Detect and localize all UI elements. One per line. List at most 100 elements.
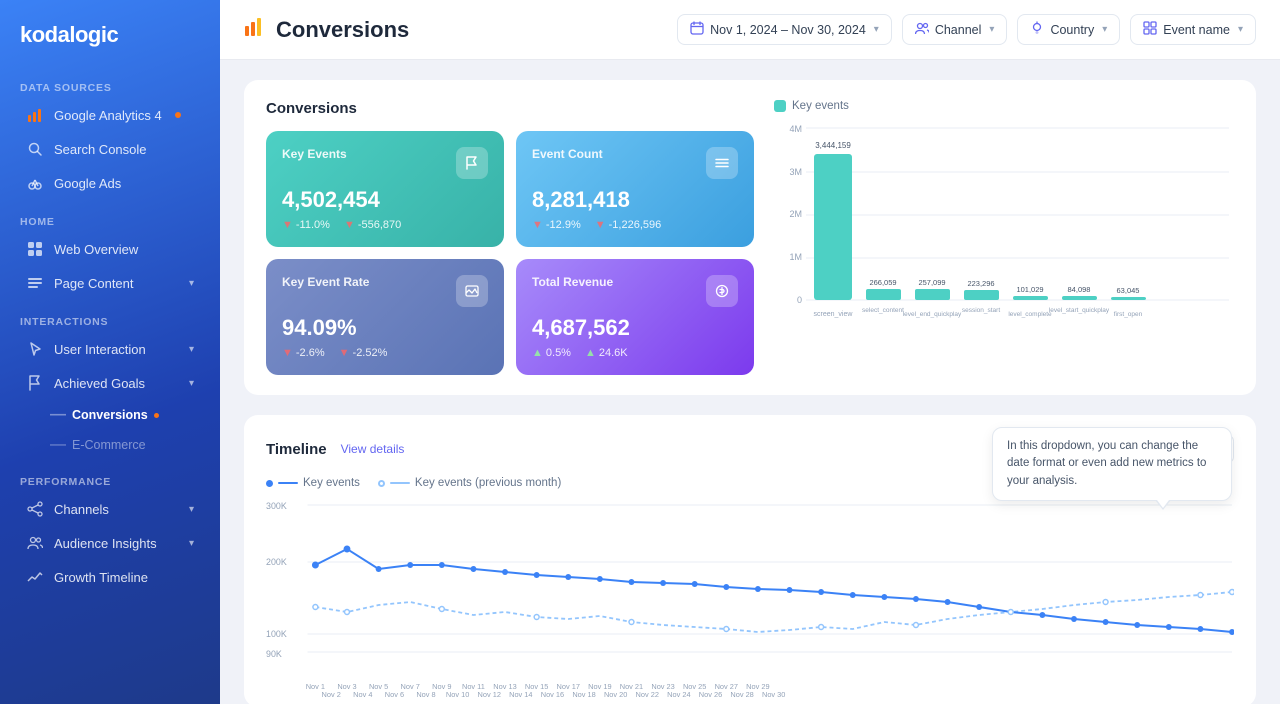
metric-value-key-event-rate: 94.09%	[282, 315, 488, 341]
google-ads-icon	[26, 174, 44, 192]
calendar-icon	[690, 21, 704, 38]
topbar: Conversions Nov 1, 2024 – Nov 30, 2024 ▾…	[220, 0, 1280, 60]
line-dot	[439, 562, 445, 568]
svg-text:1M: 1M	[789, 252, 802, 262]
metric-abs-key-events: ▼ -556,870	[344, 219, 401, 231]
svg-text:Nov 2: Nov 2	[322, 690, 341, 697]
date-range-filter[interactable]: Nov 1, 2024 – Nov 30, 2024 ▾	[677, 14, 892, 45]
country-filter-label: Country	[1050, 23, 1094, 37]
section-data-sources: Data Sources	[0, 72, 220, 98]
line-chart-container: 300K 200K 100K 90K	[266, 497, 1234, 687]
arrow-up-icon: ▲	[585, 347, 596, 359]
arrow-up-icon: ▲	[532, 347, 543, 359]
line-dot	[1071, 616, 1077, 622]
sidebar-label-achieved-goals: Achieved Goals	[54, 376, 145, 391]
svg-text:Nov 18: Nov 18	[572, 690, 595, 697]
sidebar-item-google-analytics[interactable]: Google Analytics 4	[8, 99, 212, 131]
sidebar-item-audience-insights[interactable]: Audience Insights ▾	[8, 527, 212, 559]
bar-chart-area: Key events 4M 3M 2M 1M 0	[774, 100, 1234, 375]
prev-line-dot	[534, 615, 539, 620]
list-icon	[26, 274, 44, 292]
svg-text:223,296: 223,296	[967, 279, 994, 288]
legend-color-box	[774, 100, 786, 112]
metric-footer-event-count: ▼ -12.9% ▼ -1,226,596	[532, 219, 738, 231]
arrow-down-icon: ▼	[282, 219, 293, 231]
chevron-down-icon: ▾	[189, 504, 194, 515]
sidebar-label-audience-insights: Audience Insights	[54, 536, 157, 551]
metric-value-key-events: 4,502,454	[282, 187, 488, 213]
sidebar-label-search-console: Search Console	[54, 142, 147, 157]
channel-filter-label: Channel	[935, 23, 982, 37]
sidebar-item-e-commerce[interactable]: — E-Commerce	[46, 431, 212, 459]
svg-text:select_content: select_content	[862, 307, 904, 314]
svg-text:Nov 16: Nov 16	[541, 690, 564, 697]
svg-text:Nov 4: Nov 4	[353, 690, 372, 697]
arrow-down-icon: ▼	[595, 219, 606, 231]
line-dot	[502, 569, 508, 575]
metric-footer-key-event-rate: ▼ -2.6% ▼ -2.52%	[282, 347, 488, 359]
svg-text:Nov 6: Nov 6	[385, 690, 404, 697]
sidebar: kodalogic Data Sources Google Analytics …	[0, 0, 220, 704]
line-dot	[818, 589, 824, 595]
svg-text:Nov 22: Nov 22	[636, 690, 659, 697]
svg-text:Nov 14: Nov 14	[509, 690, 532, 697]
legend-dot-key-events	[266, 480, 273, 487]
metric-card-key-events: Key Events 4,502,454 ▼ -11.0%	[266, 131, 504, 247]
page-title: Conversions	[276, 17, 409, 43]
country-filter[interactable]: Country ▾	[1017, 14, 1120, 45]
svg-text:200K: 200K	[266, 557, 287, 567]
menu-metric-icon	[706, 147, 738, 179]
prev-month-line	[315, 592, 1232, 632]
active-dot	[175, 112, 181, 118]
people-icon	[26, 534, 44, 552]
svg-text:session_start: session_start	[962, 307, 1000, 314]
sidebar-item-page-content[interactable]: Page Content ▾	[8, 267, 212, 299]
arrow-down-icon: ▼	[344, 219, 355, 231]
line-dot	[470, 566, 476, 572]
dash-icon: —	[50, 436, 66, 454]
svg-text:Nov 28: Nov 28	[730, 690, 753, 697]
metric-abs-total-revenue: ▲ 24.6K	[585, 347, 628, 359]
svg-text:level_complete: level_complete	[1008, 311, 1052, 318]
view-details-link[interactable]: View details	[341, 442, 405, 456]
line-dot	[597, 576, 603, 582]
sidebar-label-user-interaction: User Interaction	[54, 342, 146, 357]
svg-text:3M: 3M	[789, 167, 802, 177]
event-name-filter[interactable]: Event name ▾	[1130, 14, 1256, 45]
sidebar-item-channels[interactable]: Channels ▾	[8, 493, 212, 525]
line-dot	[881, 594, 887, 600]
metric-footer-total-revenue: ▲ 0.5% ▲ 24.6K	[532, 347, 738, 359]
metric-label-key-events: Key Events	[282, 147, 347, 161]
prev-line-dot	[439, 607, 444, 612]
money-metric-icon	[706, 275, 738, 307]
sidebar-item-web-overview[interactable]: Web Overview	[8, 233, 212, 265]
channel-filter[interactable]: Channel ▾	[902, 14, 1008, 45]
sidebar-label-growth-timeline: Growth Timeline	[54, 570, 148, 585]
svg-text:Nov 10: Nov 10	[446, 690, 469, 697]
chevron-down-icon: ▾	[189, 538, 194, 549]
active-sub-dot	[154, 413, 159, 418]
chevron-down-icon: ▾	[189, 344, 194, 355]
content-area: Conversions Key Events 4,502,454	[220, 60, 1280, 704]
page-title-area: Conversions	[244, 16, 409, 44]
sidebar-item-search-console[interactable]: Search Console	[8, 133, 212, 165]
sidebar-item-growth-timeline[interactable]: Growth Timeline	[8, 561, 212, 593]
sidebar-item-achieved-goals[interactable]: Achieved Goals ▾	[8, 367, 212, 399]
svg-text:Nov 20: Nov 20	[604, 690, 627, 697]
sidebar-label-google-ads: Google Ads	[54, 176, 121, 191]
metric-header: Key Event Rate	[282, 275, 488, 307]
sidebar-item-google-ads[interactable]: Google Ads	[8, 167, 212, 199]
chart-bar-icon	[26, 106, 44, 124]
sidebar-label-channels: Channels	[54, 502, 109, 517]
svg-text:4M: 4M	[789, 124, 802, 134]
line-dot	[1197, 626, 1203, 632]
sidebar-item-conversions[interactable]: — Conversions	[46, 401, 212, 429]
timeline-title: Timeline	[266, 441, 327, 458]
flag-icon	[26, 374, 44, 392]
line-dot	[629, 579, 635, 585]
metric-pct-key-event-rate: ▼ -2.6%	[282, 347, 325, 359]
line-dot	[534, 572, 540, 578]
arrow-down-icon: ▼	[282, 347, 293, 359]
legend-key-events-prev: Key events (previous month)	[378, 477, 561, 489]
sidebar-item-user-interaction[interactable]: User Interaction ▾	[8, 333, 212, 365]
